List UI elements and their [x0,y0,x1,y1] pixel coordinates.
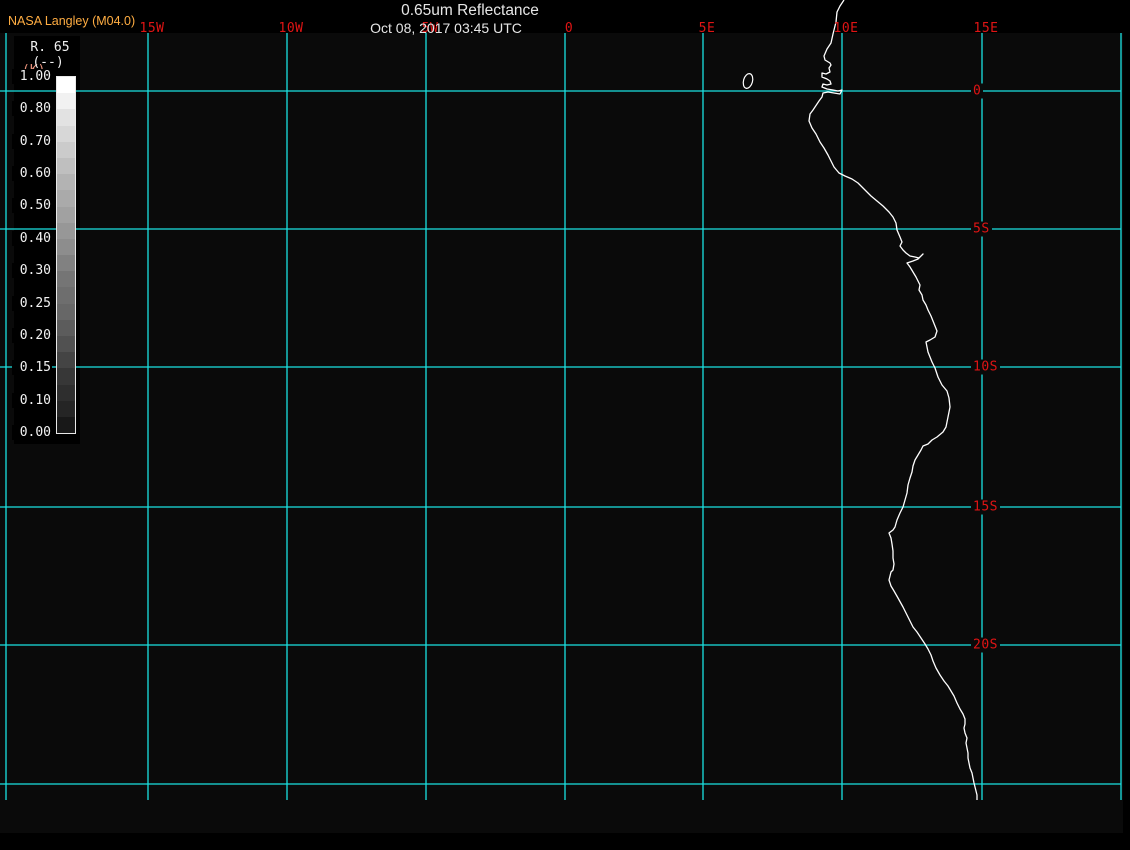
colorbar-gradient [56,76,76,434]
longitude-label: 15W [139,21,165,36]
colorbar-step [57,416,75,434]
colorbar-step [57,271,75,288]
colorbar-step [57,93,75,110]
colorbar-scale-value: 1.00 [12,69,52,84]
longitude-label: 5E [698,21,716,36]
latitude-label: 0 [971,83,984,99]
longitude-label: 15E [973,21,999,36]
colorbar-step [57,190,75,207]
page-title: 0.65um Reflectance [401,2,539,19]
colorbar-step [57,77,75,94]
latitude-label: 5S [971,221,992,237]
colorbar-step [57,125,75,142]
colorbar-step [57,336,75,353]
colorbar-step [57,109,75,126]
datetime-label: Oct 08, 2017 03:45 UTC [370,20,522,36]
colorbar-scale-value: 0.20 [12,327,52,343]
colorbar-step [57,255,75,272]
colorbar-step [57,303,75,320]
colorbar-step [57,287,75,304]
footer-bar: MT10 0.65UM REFLECTANCE OCT 08, 2017 03:… [0,833,1130,850]
colorbar-step [57,222,75,239]
longitude-label: 10W [278,21,304,36]
colorbar-step [57,368,75,385]
map-data-area [0,33,1123,833]
colorbar-units: (--) [32,55,64,70]
longitude-label: 10E [833,21,859,36]
latitude-label: 20S [971,637,1000,653]
satellite-image-viewer: NASA Langley (M04.0) 0.65um Reflectance … [0,0,1130,850]
latitude-label: 15S [971,499,1000,515]
longitude-label: 0 [564,21,574,36]
colorbar-scale-value: 0.30 [12,263,52,279]
latitude-label: 10S [971,359,1000,375]
colorbar-step [57,174,75,191]
colorbar-step [57,157,75,175]
colorbar-step [57,141,75,158]
colorbar-step [57,319,75,336]
colorbar-scale-value: 0.00 [12,425,52,440]
colorbar-scale-value: 0.60 [12,166,52,182]
colorbar-step [57,206,75,223]
colorbar-step [57,400,75,417]
colorbar-scale-value: 0.50 [12,198,52,214]
credit-label: NASA Langley (M04.0) [8,14,136,28]
colorbar-scale-value: 0.80 [12,101,52,117]
colorbar-step [57,352,75,369]
colorbar-scale-value: 0.40 [12,230,52,246]
colorbar-step [57,384,75,401]
colorbar-scale-value: 0.10 [12,392,52,408]
colorbar-scale-value: 0.15 [12,360,52,376]
colorbar-scale-value: 0.25 [12,295,52,311]
colorbar-step [57,238,75,256]
colorbar-title: R. 65 [30,40,70,55]
colorbar-scale-value: 0.70 [12,133,52,149]
